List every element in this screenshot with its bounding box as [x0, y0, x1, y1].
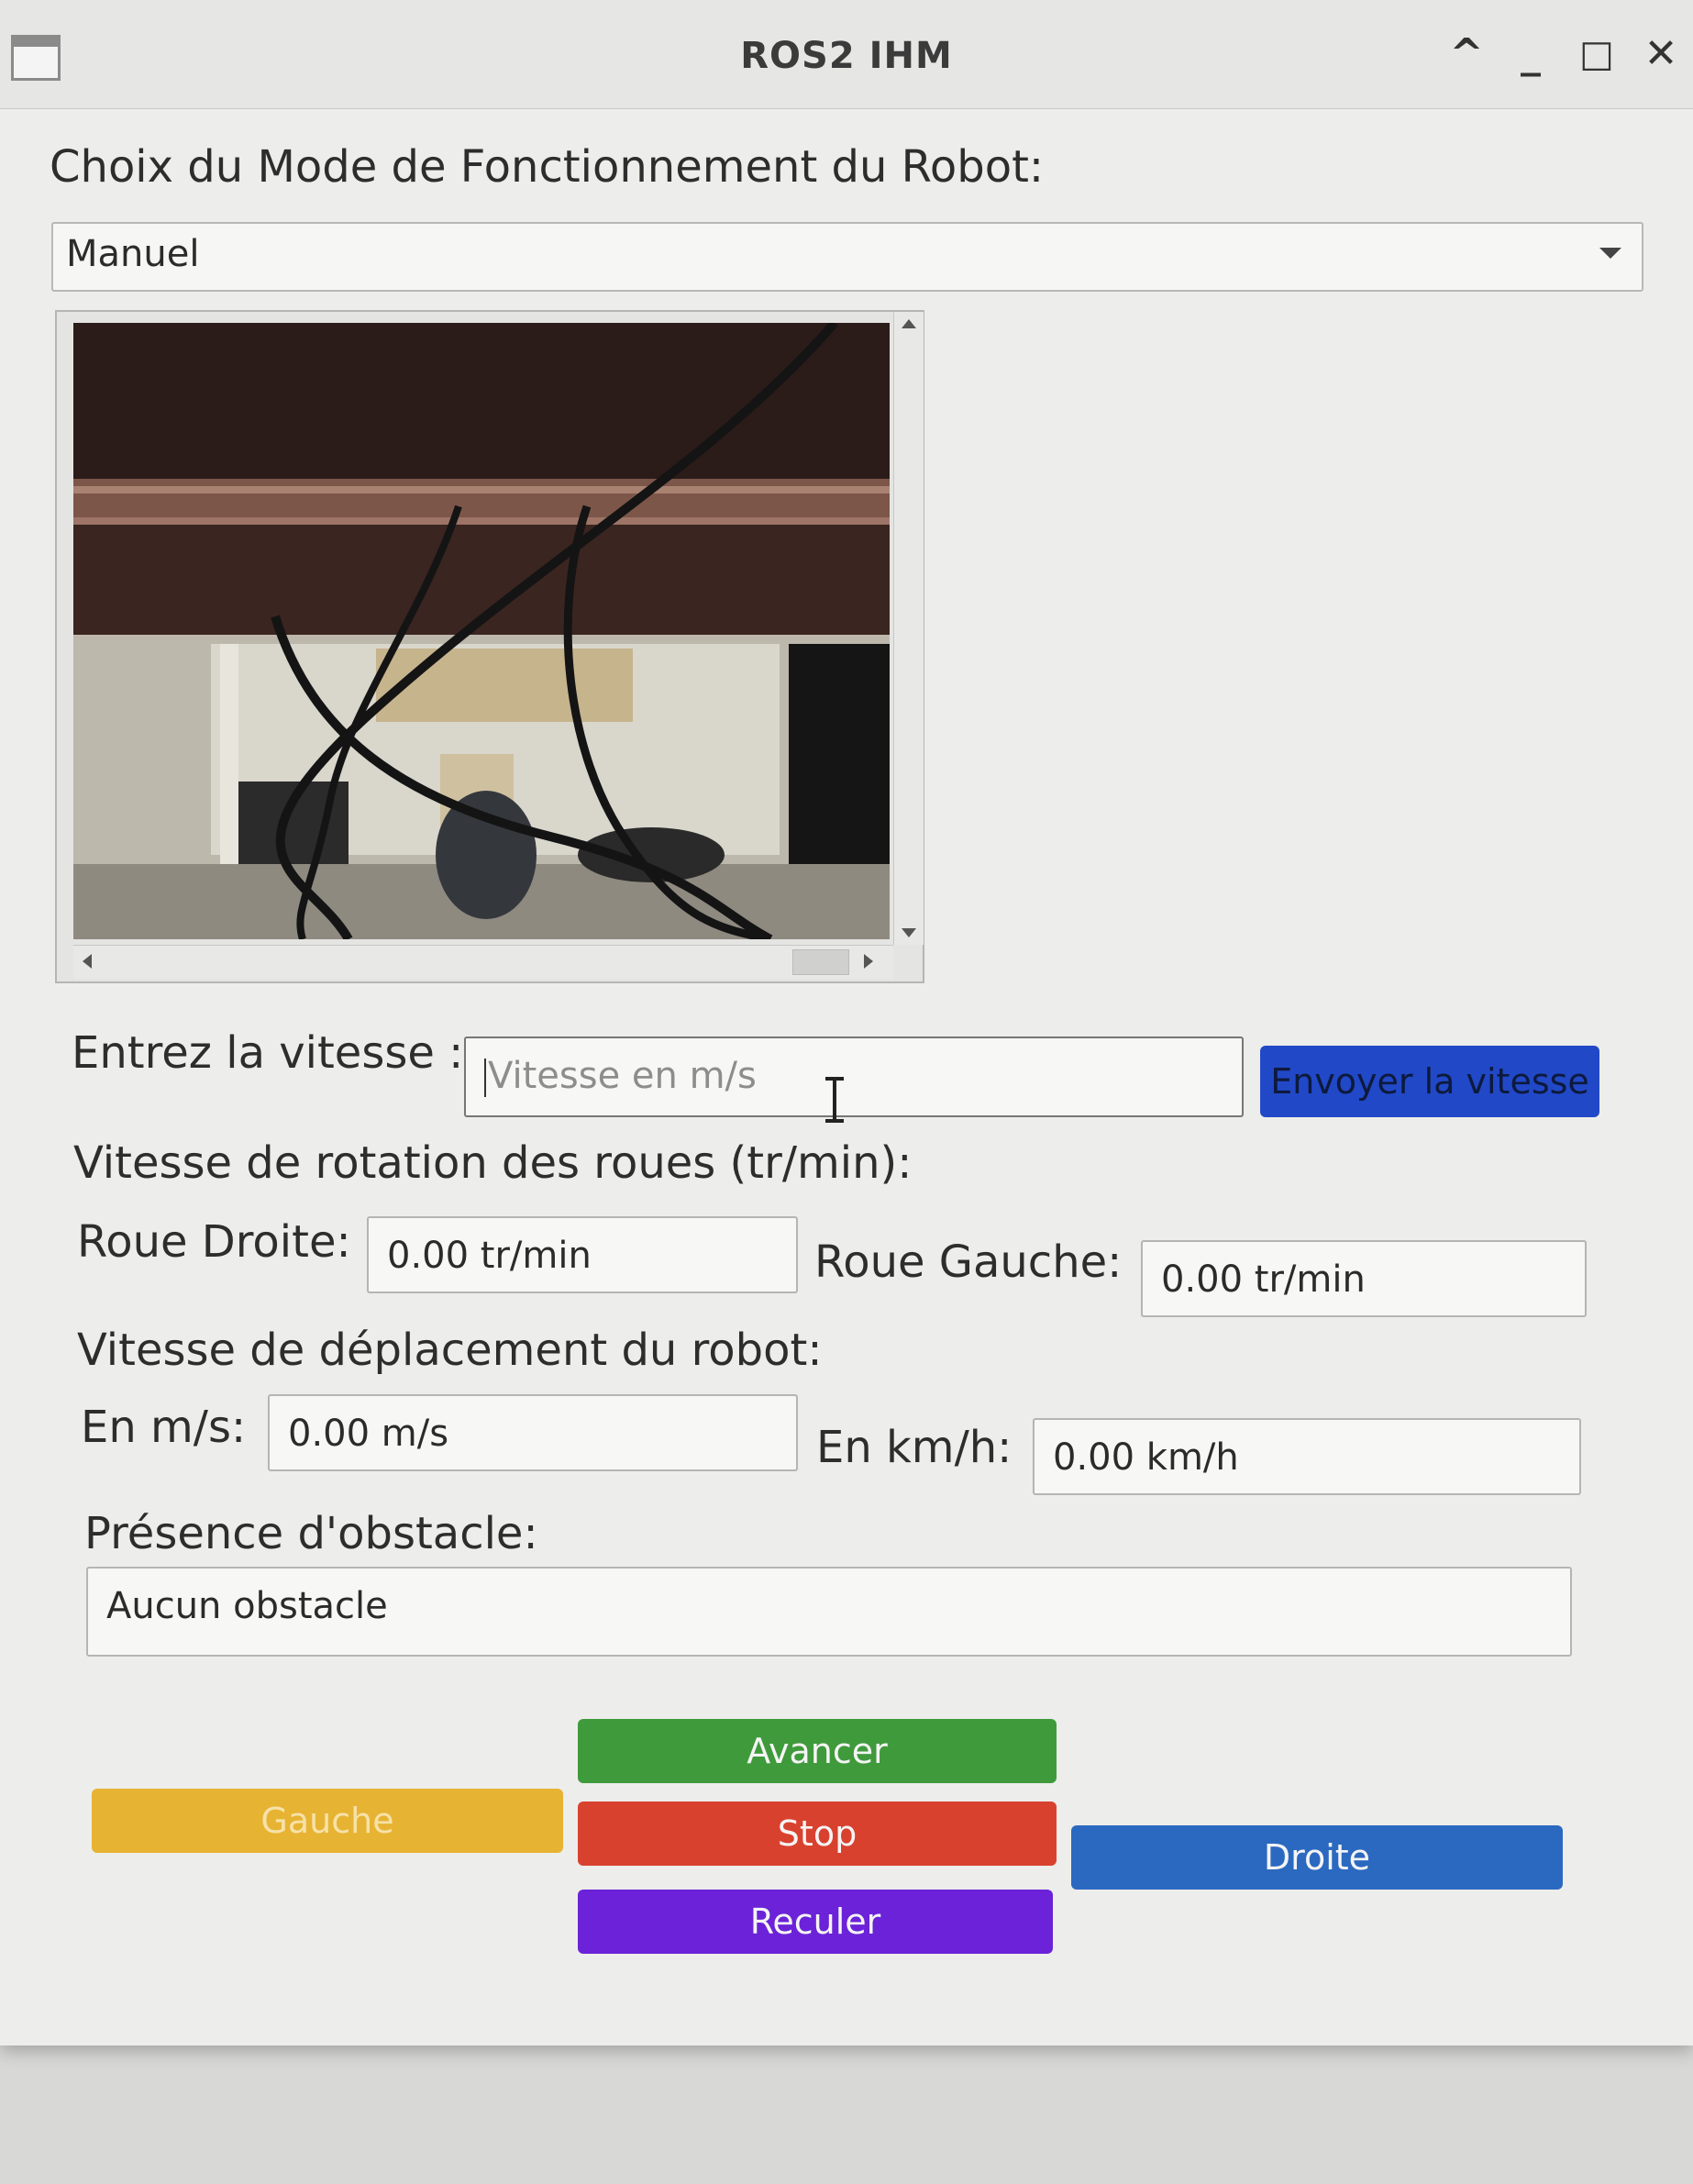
scroll-left-icon[interactable] [83, 954, 92, 969]
right-wheel-label: Roue Droite: [77, 1216, 351, 1268]
speed-ms-label: En m/s: [81, 1402, 247, 1453]
backward-button[interactable]: Reculer [578, 1890, 1053, 1954]
left-wheel-label: Roue Gauche: [814, 1236, 1123, 1288]
right-button[interactable]: Droite [1071, 1825, 1563, 1890]
collapse-window-button[interactable]: ^ [1442, 29, 1491, 79]
speed-ms-field: 0.00 m/s [268, 1394, 798, 1471]
mode-select[interactable]: Manuel [51, 222, 1643, 292]
left-wheel-speed-field: 0.00 tr/min [1141, 1240, 1587, 1317]
camera-feed-drawing [73, 323, 890, 939]
send-speed-button[interactable]: Envoyer la vitesse [1260, 1046, 1599, 1117]
speed-input-label: Entrez la vitesse : [72, 1027, 464, 1079]
text-caret [484, 1059, 486, 1097]
scroll-right-icon[interactable] [864, 954, 873, 969]
window-title: ROS2 IHM [740, 35, 953, 77]
camera-vertical-scrollbar[interactable] [893, 312, 924, 945]
ibeam-cursor-icon [825, 1077, 844, 1123]
camera-view [55, 310, 924, 983]
horizontal-scroll-thumb[interactable] [792, 949, 849, 975]
mode-label: Choix du Mode de Fonctionnement du Robot… [50, 141, 1045, 193]
title-bar[interactable]: ROS2 IHM ^ _ □ ✕ [0, 0, 1693, 109]
speed-kmh-field: 0.00 km/h [1033, 1418, 1581, 1495]
camera-feed-image [73, 323, 890, 939]
speed-input[interactable]: Vitesse en m/s [464, 1037, 1244, 1117]
obstacle-label: Présence d'obstacle: [84, 1508, 538, 1559]
left-button[interactable]: Gauche [92, 1789, 563, 1853]
mode-select-value: Manuel [66, 233, 200, 275]
close-window-button[interactable]: ✕ [1636, 29, 1686, 79]
chevron-down-icon [1599, 248, 1621, 259]
app-window: ROS2 IHM ^ _ □ ✕ Choix du Mode de Foncti… [0, 0, 1693, 2045]
speed-kmh-label: En km/h: [816, 1422, 1012, 1473]
forward-button[interactable]: Avancer [578, 1719, 1057, 1783]
scroll-down-icon[interactable] [902, 928, 916, 937]
maximize-window-button[interactable]: □ [1572, 29, 1621, 79]
obstacle-status-field: Aucun obstacle [86, 1567, 1572, 1657]
minimize-window-button[interactable]: _ [1506, 29, 1555, 79]
right-wheel-speed-field: 0.00 tr/min [367, 1216, 798, 1293]
scroll-up-icon[interactable] [902, 319, 916, 328]
speed-input-placeholder: Vitesse en m/s [488, 1055, 757, 1097]
camera-horizontal-scrollbar[interactable] [73, 945, 893, 979]
robot-speed-section-label: Vitesse de déplacement du robot: [77, 1325, 823, 1376]
wheel-speed-section-label: Vitesse de rotation des roues (tr/min): [73, 1137, 913, 1189]
stop-button[interactable]: Stop [578, 1802, 1057, 1866]
